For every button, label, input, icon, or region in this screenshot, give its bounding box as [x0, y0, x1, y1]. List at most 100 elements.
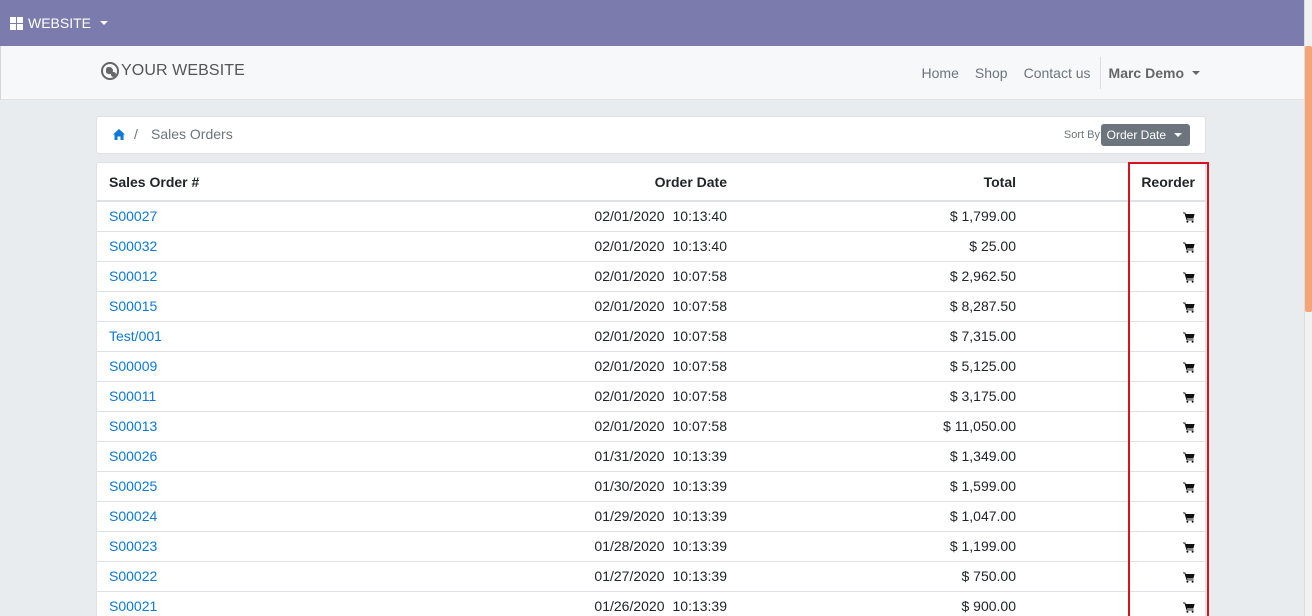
- order-number-link[interactable]: S00009: [109, 358, 157, 374]
- order-date-cell: 01/31/2020 10:13:39: [497, 440, 739, 471]
- order-date: 01/28/2020: [594, 538, 665, 554]
- cart-icon[interactable]: [1183, 602, 1195, 613]
- table-row: S00015 02/01/2020 10:07:58 $ 8,287.50: [97, 290, 1205, 321]
- nav-shop-link[interactable]: Shop: [967, 65, 1016, 81]
- order-time: 10:13:39: [672, 508, 728, 524]
- order-date-cell: 01/26/2020 10:13:39: [497, 590, 739, 616]
- order-number-link[interactable]: S00021: [109, 598, 157, 614]
- order-date: 02/01/2020: [594, 418, 665, 434]
- cart-icon[interactable]: [1183, 242, 1195, 253]
- order-total: $ 750.00: [739, 560, 1028, 591]
- table-row: S00023 01/28/2020 10:13:39 $ 1,199.00: [97, 530, 1205, 561]
- order-number-link[interactable]: S00023: [109, 538, 157, 554]
- order-time: 10:07:58: [672, 328, 728, 344]
- order-number-link[interactable]: S00032: [109, 238, 157, 254]
- nav-home-link[interactable]: Home: [914, 65, 967, 81]
- order-number-link[interactable]: S00013: [109, 418, 157, 434]
- order-number-link[interactable]: S00012: [109, 268, 157, 284]
- order-date-cell: 02/01/2020 10:07:58: [497, 350, 739, 381]
- order-date: 02/01/2020: [594, 388, 665, 404]
- sort-value: Order Date: [1106, 128, 1166, 142]
- chevron-down-icon: [1192, 71, 1200, 75]
- table-row: S00025 01/30/2020 10:13:39 $ 1,599.00: [97, 470, 1205, 501]
- table-row: S00012 02/01/2020 10:07:58 $ 2,962.50: [97, 260, 1205, 291]
- order-time: 10:13:40: [672, 238, 728, 254]
- order-date-cell: 02/01/2020 10:07:58: [497, 260, 739, 291]
- order-number-link[interactable]: S00027: [109, 208, 157, 224]
- cart-icon[interactable]: [1183, 362, 1195, 373]
- cart-icon[interactable]: [1183, 482, 1195, 493]
- user-name: Marc Demo: [1108, 65, 1184, 81]
- order-date: 02/01/2020: [594, 208, 665, 225]
- logo-text: YOUR WEBSITE: [121, 62, 245, 79]
- nav-divider: [1099, 57, 1101, 89]
- order-date: 01/29/2020: [594, 508, 665, 524]
- order-total: $ 1,047.00: [739, 500, 1028, 531]
- website-menu-button[interactable]: WEBSITE: [10, 15, 109, 31]
- main-nav: Home Shop Contact us Marc Demo: [914, 46, 1206, 100]
- order-total: $ 25.00: [739, 230, 1028, 261]
- home-icon[interactable]: [113, 129, 125, 140]
- order-total: $ 1,349.00: [739, 440, 1028, 471]
- order-total: $ 2,962.50: [739, 260, 1028, 291]
- admin-top-bar: WEBSITE: [0, 0, 1304, 46]
- order-number-link[interactable]: S00022: [109, 568, 157, 584]
- order-time: 10:13:39: [672, 448, 728, 464]
- globe-icon: [101, 62, 119, 80]
- order-date: 02/01/2020: [594, 268, 665, 284]
- order-time: 10:07:58: [672, 388, 728, 404]
- breadcrumb-current: Sales Orders: [151, 126, 233, 142]
- cart-icon[interactable]: [1183, 332, 1195, 343]
- orders-table-container: Sales Order # Order Date Total Reorder S…: [96, 162, 1206, 616]
- order-total: $ 1,799.00: [949, 208, 1016, 225]
- order-date-cell: 02/01/2020 10:07:58: [497, 410, 739, 441]
- order-date-cell: 01/27/2020 10:13:39: [497, 560, 739, 591]
- order-time: 10:07:58: [672, 358, 728, 374]
- column-header-date: Order Date: [497, 163, 739, 202]
- order-number-link[interactable]: Test/001: [109, 328, 162, 344]
- table-row: S00032 02/01/2020 10:13:40 $ 25.00: [97, 230, 1205, 261]
- order-date-cell: 01/28/2020 10:13:39: [497, 530, 739, 561]
- cart-icon[interactable]: [1183, 302, 1195, 313]
- order-number-link[interactable]: S00015: [109, 298, 157, 314]
- cart-icon[interactable]: [1183, 452, 1195, 463]
- order-number-link[interactable]: S00011: [109, 388, 156, 404]
- cart-icon[interactable]: [1183, 542, 1195, 553]
- cart-icon[interactable]: [1183, 512, 1195, 523]
- cart-icon[interactable]: [1183, 422, 1195, 433]
- order-number-link[interactable]: S00024: [109, 508, 157, 524]
- scrollbar-thumb[interactable]: [1305, 46, 1312, 312]
- order-total: $ 8,287.50: [739, 290, 1028, 321]
- order-total: $ 5,125.00: [739, 350, 1028, 381]
- cart-icon[interactable]: [1183, 572, 1195, 583]
- table-header-row: Sales Order # Order Date Total Reorder: [97, 163, 1205, 202]
- cart-icon[interactable]: [1183, 212, 1195, 223]
- order-number-link[interactable]: S00025: [109, 478, 157, 494]
- order-time: 10:07:58: [672, 418, 728, 434]
- order-time: 10:13:40: [672, 208, 728, 225]
- order-time: 10:07:58: [672, 298, 728, 314]
- table-row: S00013 02/01/2020 10:07:58 $ 11,050.00: [97, 410, 1205, 441]
- column-header-total: Total: [739, 163, 1028, 202]
- cart-icon[interactable]: [1183, 392, 1195, 403]
- order-number-link[interactable]: S00026: [109, 448, 157, 464]
- order-date: 02/01/2020: [594, 238, 665, 254]
- table-row: S00021 01/26/2020 10:13:39 $ 900.00: [97, 590, 1205, 616]
- site-logo[interactable]: YOUR WEBSITE: [101, 62, 245, 80]
- chevron-down-icon: [1174, 133, 1182, 137]
- table-row: S00022 01/27/2020 10:13:39 $ 750.00: [97, 560, 1205, 591]
- order-date-cell: 02/01/2020 10:13:40: [497, 201, 739, 231]
- user-menu-dropdown[interactable]: Marc Demo: [1103, 65, 1206, 81]
- order-date: 02/01/2020: [594, 298, 665, 314]
- order-date-cell: 02/01/2020 10:07:58: [497, 380, 739, 411]
- chevron-down-icon: [100, 21, 109, 25]
- table-row: S00009 02/01/2020 10:07:58 $ 5,125.00: [97, 350, 1205, 381]
- order-total: $ 3,175.00: [739, 380, 1028, 411]
- table-row: S00011 02/01/2020 10:07:58 $ 3,175.00: [97, 380, 1205, 411]
- cart-icon[interactable]: [1183, 272, 1195, 283]
- order-total: $ 900.00: [739, 590, 1028, 616]
- order-time: 10:13:39: [672, 538, 728, 554]
- breadcrumb: / Sales Orders Sort By: Order Date: [96, 116, 1206, 154]
- sort-dropdown-button[interactable]: Order Date: [1100, 124, 1190, 146]
- nav-contact-link[interactable]: Contact us: [1016, 65, 1099, 81]
